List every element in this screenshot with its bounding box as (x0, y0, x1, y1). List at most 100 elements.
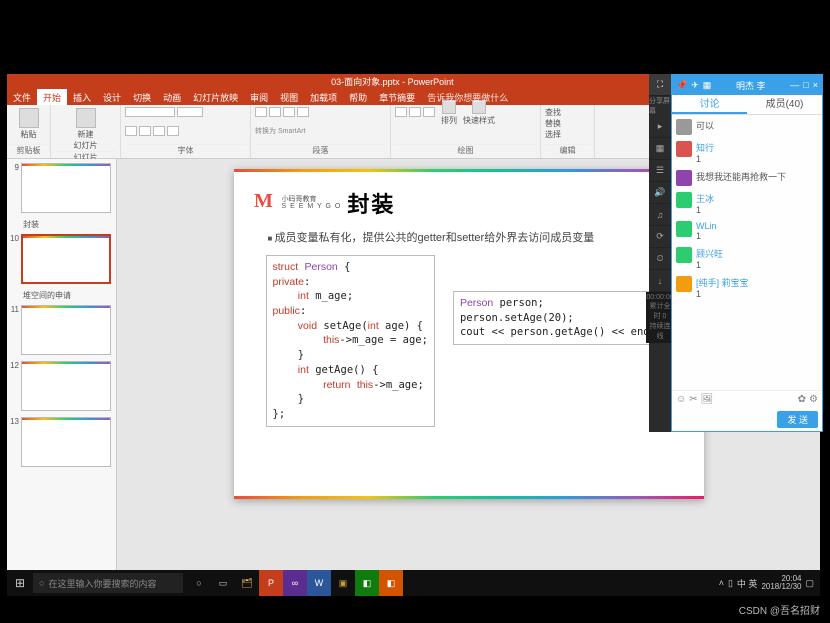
tab-design[interactable]: 设计 (97, 89, 127, 106)
align-center-button[interactable] (297, 107, 309, 117)
thumb-11[interactable] (21, 305, 111, 355)
underline-button[interactable] (153, 126, 165, 136)
chat-message: 顾兴旺1 (676, 247, 818, 270)
tab-insert[interactable]: 插入 (67, 89, 97, 106)
section-header[interactable]: 封装 (23, 219, 114, 230)
tellme-input[interactable]: 告诉我你想要做什么 (421, 89, 514, 106)
tab-review[interactable]: 审阅 (244, 89, 274, 106)
tab-section[interactable]: 章节摘要 (373, 89, 421, 106)
grid-icon[interactable]: ▦ (703, 80, 712, 91)
tab-home[interactable]: 开始 (37, 89, 67, 106)
shape-button[interactable] (395, 107, 407, 117)
numbering-button[interactable] (269, 107, 281, 117)
start-button[interactable]: ⊞ (7, 576, 33, 590)
tool-media-icon[interactable]: ▦ (649, 138, 671, 160)
decor-rainbow (234, 169, 704, 172)
tab-members[interactable]: 成员(40) (747, 95, 822, 114)
plane-icon[interactable]: ✈ (691, 80, 699, 91)
thumb-12[interactable] (21, 361, 111, 411)
group-edit: 编辑 (545, 144, 590, 156)
chat-message: 可以 (676, 119, 818, 135)
tool-refresh-icon[interactable]: ⟳ (649, 226, 671, 248)
paste-button[interactable]: 粘贴 (21, 129, 37, 140)
italic-button[interactable] (139, 126, 151, 136)
pin-icon[interactable]: 📌 (676, 80, 687, 91)
tab-transition[interactable]: 切换 (127, 89, 157, 106)
chat-min-icon[interactable]: — (790, 80, 799, 90)
tool-ppt-icon[interactable]: ▸ (649, 116, 671, 138)
vs-icon[interactable]: ∞ (283, 570, 307, 596)
replace-button[interactable]: 替换 (545, 118, 590, 129)
select-button[interactable]: 选择 (545, 129, 590, 140)
align-left-button[interactable] (283, 107, 295, 117)
send-button[interactable]: 发 送 (777, 411, 818, 428)
chat-messages[interactable]: 可以知行1我想我还能再抢救一下王冰1WLin1顾兴旺1[纯手] 莉宝宝1 (672, 115, 822, 390)
tray-up-icon[interactable]: ˄ (719, 578, 724, 588)
tab-slideshow[interactable]: 幻灯片放映 (187, 89, 244, 106)
arrange-button[interactable]: 排列 (441, 115, 457, 126)
tab-file[interactable]: 文件 (7, 89, 37, 106)
tab-discuss[interactable]: 讨论 (672, 95, 747, 114)
thumb-10[interactable] (21, 234, 111, 284)
tool-audio-icon[interactable]: 🔊 (649, 182, 671, 204)
word-icon[interactable]: W (307, 570, 331, 596)
thumb-13[interactable] (21, 417, 111, 467)
app-gold-icon[interactable]: ▣ (331, 570, 355, 596)
taskbar-clock[interactable]: 20:04 2018/12/30 (761, 575, 801, 591)
slide-thumbnails[interactable]: 9 封装 10 堆空间的申请 11 12 13 (7, 159, 117, 578)
tool-clock-icon[interactable]: ⏲ (649, 248, 671, 270)
windows-taskbar: ⊞ ○ 在这里输入你要搜索的内容 ○ ▭ 🗂 P ∞ W ▣ ◧ ◧ ˄ ▯ 中… (7, 570, 820, 596)
shape-button[interactable] (409, 107, 421, 117)
bold-button[interactable] (125, 126, 137, 136)
taskbar-search[interactable]: ○ 在这里输入你要搜索的内容 (33, 573, 183, 593)
new-slide-icon[interactable] (76, 108, 96, 128)
thumb-9[interactable] (21, 163, 111, 213)
avatar (676, 119, 692, 135)
logo-text-2: S E E M Y G O (282, 203, 342, 210)
avatar (676, 276, 692, 292)
timer: 00:00:00 累计全时 0 持续连线 (646, 292, 673, 343)
tray-battery-icon[interactable]: ▯ (728, 578, 733, 589)
tool-next-icon[interactable]: ↓ (649, 270, 671, 292)
share-screen-icon[interactable]: ⛶ (649, 74, 671, 96)
chat-max-icon[interactable]: □ (803, 80, 808, 90)
font-combo[interactable] (125, 107, 175, 117)
tool-mouse-icon[interactable]: ☰ (649, 160, 671, 182)
chat-input-toolbar: ☺ ✂ 🖼 ✿ ⚙ (672, 390, 822, 408)
group-font: 字体 (125, 144, 246, 156)
taskview-icon[interactable]: ▭ (211, 570, 235, 596)
app-orange-icon[interactable]: ◧ (379, 570, 403, 596)
smartart-button[interactable]: 转换为 SmartArt (255, 126, 306, 136)
scissor-icon[interactable]: ✂ (689, 394, 697, 405)
app-green-icon[interactable]: ◧ (355, 570, 379, 596)
ime-indicator[interactable]: 中 英 (737, 577, 758, 590)
powerpoint-icon[interactable]: P (259, 570, 283, 596)
image-icon[interactable]: 🖼 (701, 394, 714, 405)
section-header[interactable]: 堆空间的申请 (23, 290, 114, 301)
tab-anim[interactable]: 动画 (157, 89, 187, 106)
emoji-icon[interactable]: ☺ (676, 394, 686, 405)
slide[interactable]: M 小码哥教育 S E E M Y G O 封装 成员变量私有化，提供公共的ge… (234, 169, 704, 499)
find-button[interactable]: 查找 (545, 107, 590, 118)
group-clipboard: 剪贴板 (11, 144, 46, 156)
font-color-button[interactable] (167, 126, 179, 136)
fontsize-combo[interactable] (177, 107, 203, 117)
chat-close-icon[interactable]: × (813, 80, 818, 90)
gear-icon[interactable]: ⚙ (809, 394, 818, 405)
flower-icon[interactable]: ✿ (798, 394, 806, 405)
slide-title: 封装 (347, 187, 395, 219)
tool-music-icon[interactable]: ♫ (649, 204, 671, 226)
paste-icon[interactable] (19, 108, 39, 128)
quickstyle-button[interactable]: 快速样式 (463, 115, 495, 126)
tab-addin[interactable]: 加载项 (304, 89, 343, 106)
tab-help[interactable]: 帮助 (343, 89, 373, 106)
tab-view[interactable]: 视图 (274, 89, 304, 106)
chat-message: [纯手] 莉宝宝1 (676, 276, 818, 299)
new-slide-button[interactable]: 新建 幻灯片 (74, 129, 98, 151)
notification-icon[interactable]: ▢ (805, 578, 814, 589)
slide-bullet: 成员变量私有化，提供公共的getter和setter给外界去访问成员变量 (268, 229, 686, 245)
bullets-button[interactable] (255, 107, 267, 117)
explorer-icon[interactable]: 🗂 (235, 570, 259, 596)
cortana-icon[interactable]: ○ (187, 570, 211, 596)
shape-button[interactable] (423, 107, 435, 117)
